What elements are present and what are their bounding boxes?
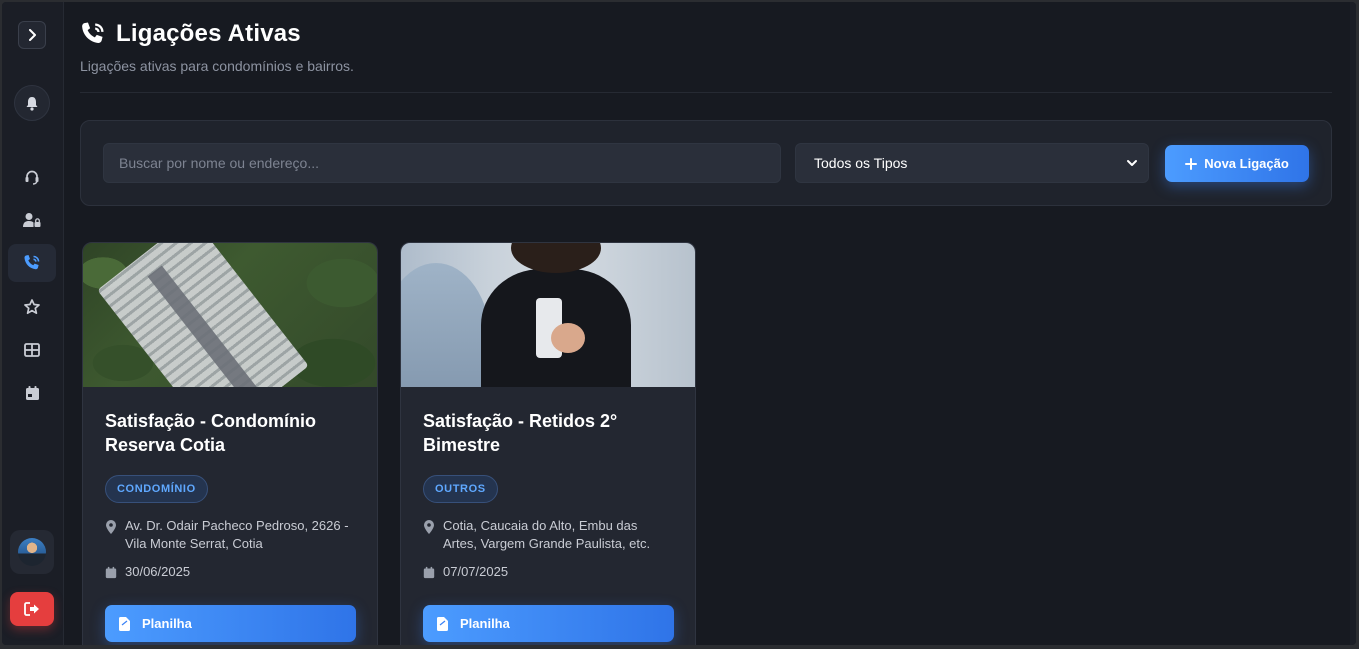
- main-content: Ligações Ativas Ligações ativas para con…: [80, 2, 1334, 645]
- date-text: 30/06/2025: [125, 564, 191, 579]
- sidebar-item-calendar[interactable]: [8, 374, 56, 412]
- sidebar-toggle-button[interactable]: [18, 21, 46, 49]
- avatar: [18, 538, 46, 566]
- type-select[interactable]: Todos os Tipos: [795, 143, 1149, 183]
- type-badge: OUTROS: [423, 475, 498, 503]
- address-row: Av. Dr. Odair Pacheco Pedroso, 2626 - Vi…: [105, 517, 355, 553]
- map-marker-icon: [106, 520, 116, 534]
- sidebar: [2, 2, 64, 645]
- phone-volume-icon: [24, 255, 40, 270]
- chevron-right-icon: [29, 29, 36, 41]
- date-row: 07/07/2025: [423, 563, 673, 581]
- page-title: Ligações Ativas: [116, 20, 301, 47]
- new-call-button[interactable]: Nova Ligação: [1165, 145, 1309, 182]
- page-subtitle: Ligações ativas para condomínios e bairr…: [80, 58, 354, 74]
- sidebar-item-users[interactable]: [8, 201, 56, 239]
- file-icon: [437, 616, 448, 631]
- filter-panel: Todos os Tipos Nova Ligação: [80, 120, 1332, 206]
- address-text: Cotia, Caucaia do Alto, Embu das Artes, …: [443, 518, 651, 551]
- meeting-photo-image: [401, 243, 695, 387]
- bell-icon: [26, 96, 38, 111]
- scrollbar[interactable]: [1350, 2, 1356, 645]
- file-icon: [119, 616, 130, 631]
- card-title: Satisfação - Retidos 2° Bimestre: [423, 411, 618, 455]
- header-divider: [80, 92, 1332, 93]
- star-icon: [24, 299, 40, 315]
- card-title: Satisfação - Condomínio Reserva Cotia: [105, 411, 317, 455]
- logout-button[interactable]: [10, 592, 54, 626]
- user-profile-button[interactable]: [10, 530, 54, 574]
- spreadsheet-button[interactable]: Planilha: [105, 605, 356, 642]
- sign-out-icon: [24, 602, 39, 616]
- notifications-button[interactable]: [14, 85, 50, 121]
- call-card: Satisfação - Condomínio Reserva Cotia CO…: [82, 242, 378, 645]
- plus-icon: [1185, 157, 1198, 170]
- date-row: 30/06/2025: [105, 563, 355, 581]
- spreadsheet-button-label: Planilha: [142, 616, 192, 631]
- user-lock-icon: [23, 213, 41, 227]
- sidebar-item-support[interactable]: [8, 158, 56, 196]
- type-select-value: Todos os Tipos: [814, 155, 908, 171]
- app-window: Ligações Ativas Ligações ativas para con…: [2, 2, 1356, 645]
- map-marker-icon: [424, 520, 434, 534]
- new-call-button-label: Nova Ligação: [1204, 156, 1289, 171]
- search-input[interactable]: [103, 143, 781, 183]
- calendar-icon: [25, 386, 39, 400]
- table-icon: [24, 343, 40, 357]
- sidebar-item-active-calls[interactable]: [8, 244, 56, 282]
- spreadsheet-button-label: Planilha: [460, 616, 510, 631]
- call-card: Satisfação - Retidos 2° Bimestre OUTROS …: [400, 242, 696, 645]
- page-header: Ligações Ativas Ligações ativas para con…: [80, 20, 1332, 74]
- date-text: 07/07/2025: [443, 564, 509, 579]
- calendar-icon: [423, 566, 435, 578]
- calendar-icon: [105, 566, 117, 578]
- spreadsheet-button[interactable]: Planilha: [423, 605, 674, 642]
- headset-icon: [25, 170, 39, 185]
- sidebar-item-ratings[interactable]: [8, 288, 56, 326]
- condominium-aerial-image: [83, 243, 377, 387]
- address-text: Av. Dr. Odair Pacheco Pedroso, 2626 - Vi…: [125, 518, 349, 551]
- type-badge: CONDOMÍNIO: [105, 475, 208, 503]
- chevron-down-icon: [1127, 160, 1137, 166]
- sidebar-item-table[interactable]: [8, 331, 56, 369]
- phone-volume-icon: [82, 22, 104, 43]
- address-row: Cotia, Caucaia do Alto, Embu das Artes, …: [423, 517, 673, 553]
